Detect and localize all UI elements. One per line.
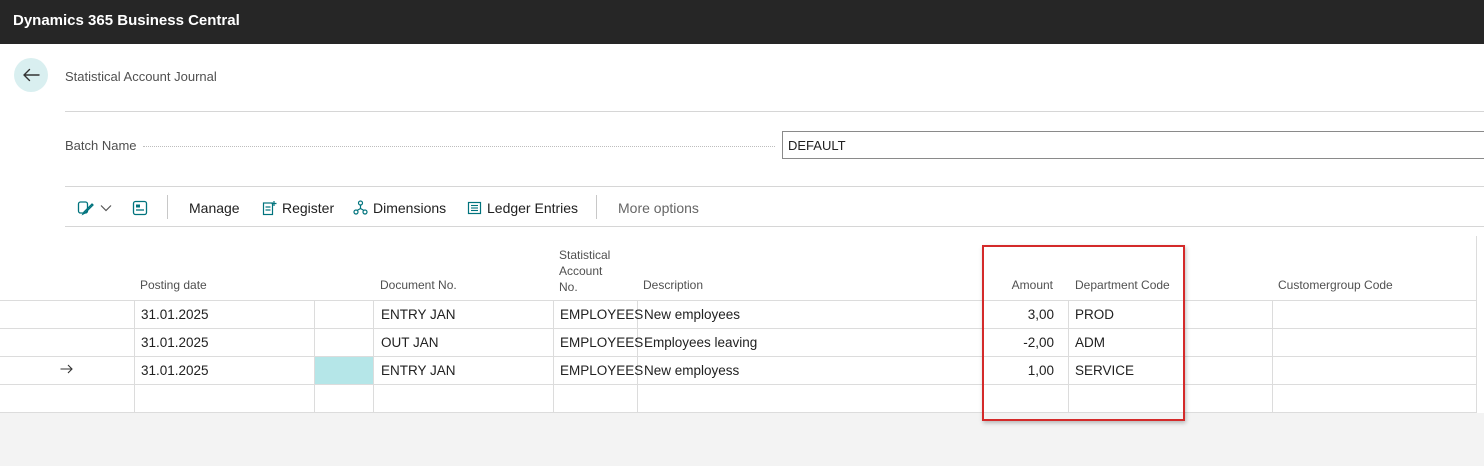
document-no-cell[interactable]: OUT JAN (381, 334, 439, 352)
divider (65, 186, 1484, 187)
account-no-cell[interactable]: EMPLOYEES (560, 334, 643, 352)
grid-line (0, 412, 1477, 413)
app-title[interactable]: Dynamics 365 Business Central (13, 11, 240, 31)
back-button[interactable] (14, 58, 48, 92)
grid-line (0, 356, 1477, 357)
top-bar: Dynamics 365 Business Central (0, 0, 1484, 44)
register-label: Register (282, 200, 335, 216)
divider (65, 111, 1484, 112)
account-no-cell[interactable]: EMPLOYEES (560, 306, 643, 324)
grid-line (1476, 236, 1477, 412)
divider (65, 226, 1484, 227)
page-title: Statistical Account Journal (65, 69, 217, 84)
account-no-cell[interactable]: EMPLOYEES (560, 362, 643, 380)
grid-line (0, 328, 1477, 329)
posting-date-cell[interactable]: 31.01.2025 (141, 306, 209, 324)
register-icon (262, 201, 277, 216)
register-button[interactable]: Register (262, 198, 334, 218)
dimensions-icon (353, 200, 368, 215)
column-header-statistical-account-no[interactable]: Account (559, 265, 602, 277)
grid-line (1272, 300, 1273, 412)
page-body (0, 44, 1484, 413)
page-layout-icon (132, 200, 148, 216)
description-cell[interactable]: New employess (644, 362, 739, 380)
manage-menu[interactable]: Manage (189, 198, 240, 218)
document-no-cell[interactable]: ENTRY JAN (381, 362, 456, 380)
dimensions-label: Dimensions (373, 200, 447, 216)
grid-line (0, 384, 1477, 385)
ledger-icon (467, 201, 482, 215)
more-options-button[interactable]: More options (618, 198, 699, 218)
document-no-cell[interactable]: ENTRY JAN (381, 306, 456, 324)
grid-line (0, 300, 1477, 301)
ledger-entries-button[interactable]: Ledger Entries (467, 198, 578, 218)
separator (167, 195, 168, 219)
grid-line (553, 300, 554, 412)
column-header-customergroup-code[interactable]: Customergroup Code (1278, 279, 1393, 291)
ledger-entries-label: Ledger Entries (487, 200, 579, 216)
edit-list-toggle[interactable] (77, 198, 117, 218)
column-header-statistical-account-no[interactable]: No. (559, 281, 578, 293)
manage-label: Manage (189, 200, 240, 216)
posting-date-cell[interactable]: 31.01.2025 (141, 362, 209, 380)
column-header-statistical-account-no[interactable]: Statistical (559, 249, 610, 261)
label-leader-dots (143, 146, 775, 147)
current-row-arrow-icon (60, 364, 73, 374)
column-header-document-no[interactable]: Document No. (380, 279, 457, 291)
selected-cell[interactable] (315, 357, 373, 384)
batch-name-field[interactable] (782, 131, 1484, 159)
description-cell[interactable]: Employees leaving (644, 334, 757, 352)
chevron-down-icon (100, 205, 112, 212)
description-cell[interactable]: New employees (644, 306, 740, 324)
highlight-annotation-box (982, 245, 1185, 421)
dimensions-button[interactable]: Dimensions (353, 198, 446, 218)
open-in-new-window-button[interactable] (132, 198, 153, 218)
separator (596, 195, 597, 219)
column-header-posting-date[interactable]: Posting date (140, 279, 207, 291)
grid-line (314, 300, 315, 412)
posting-date-cell[interactable]: 31.01.2025 (141, 334, 209, 352)
batch-name-label: Batch Name (65, 138, 137, 153)
column-header-description[interactable]: Description (643, 279, 703, 291)
grid-line (373, 300, 374, 412)
more-options-label: More options (618, 200, 699, 216)
edit-list-icon (77, 201, 94, 216)
grid-line (134, 300, 135, 412)
arrow-left-icon (23, 68, 40, 82)
